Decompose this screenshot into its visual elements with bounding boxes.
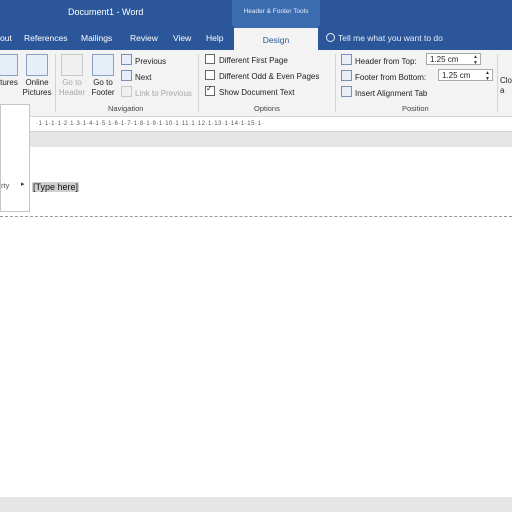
header-placeholder-text[interactable]: [Type here] (32, 182, 80, 192)
tab-review[interactable]: Review (130, 33, 158, 43)
spinner-arrows-icon[interactable]: ▲ ▼ (473, 54, 478, 66)
next-label: Next (135, 73, 152, 82)
close-label-1: Clo (500, 76, 512, 85)
tell-me-search[interactable]: Tell me what you want to do (326, 33, 443, 43)
tab-mailings[interactable]: Mailings (81, 33, 112, 43)
group-divider (55, 54, 56, 112)
pictures-label: ctures (0, 78, 18, 87)
position-group-label: Position (402, 104, 429, 113)
horizontal-ruler[interactable]: ·1·1·1·1·2·1·3·1·4·1·5·1·6·1·7·1·8·1·9·1… (30, 117, 512, 132)
different-odd-even-label: Different Odd & Even Pages (219, 72, 320, 81)
tab-help[interactable]: Help (206, 33, 223, 43)
header-position-icon (341, 54, 352, 65)
footer-from-bottom-value: 1.25 cm (442, 71, 471, 80)
header-from-top-spinner[interactable]: 1.25 cm ▲ ▼ (426, 53, 481, 66)
link-icon (121, 86, 132, 97)
different-odd-even-checkbox[interactable]: Different Odd & Even Pages (205, 70, 319, 81)
link-to-previous-button[interactable]: Link to Previous (121, 86, 192, 98)
tab-view[interactable]: View (173, 33, 191, 43)
group-divider (198, 54, 199, 112)
footer-position-icon (341, 70, 352, 81)
online-pictures-label-1: Online (25, 78, 49, 87)
insert-alignment-tab-button[interactable]: Insert Alignment Tab (341, 86, 427, 98)
dropdown-item-label[interactable]: rty (1, 181, 9, 190)
online-pictures-icon (26, 54, 48, 76)
go-to-header-button[interactable]: Go to Header (58, 54, 86, 98)
close-label-2: a (500, 86, 505, 95)
pictures-dropdown-menu: rty ▸ (0, 104, 30, 212)
header-footer-tools-label: Header & Footer Tools (232, 0, 320, 26)
go-to-footer-icon (92, 54, 114, 76)
show-document-text-checkbox[interactable]: Show Document Text (205, 84, 295, 97)
go-to-header-label-1: Go to (62, 78, 82, 87)
go-to-footer-label-1: Go to (93, 78, 113, 87)
checkbox-icon (205, 54, 215, 64)
tab-design[interactable]: Design (234, 26, 318, 50)
footer-from-bottom-spinner[interactable]: 1.25 cm ▲ ▼ (438, 69, 493, 82)
different-first-page-checkbox[interactable]: Different First Page (205, 54, 288, 65)
tab-references[interactable]: References (24, 33, 67, 43)
next-icon (121, 70, 132, 81)
different-first-page-label: Different First Page (219, 56, 288, 65)
footer-from-bottom-text: Footer from Bottom: (355, 73, 427, 82)
link-to-previous-label: Link to Previous (135, 89, 192, 98)
go-to-footer-label-2: Footer (91, 88, 115, 97)
close-header-footer-button[interactable]: Clo a (500, 76, 512, 96)
show-document-text-label: Show Document Text (219, 88, 295, 97)
next-button[interactable]: Next (121, 70, 151, 82)
pictures-button[interactable]: ctures (0, 54, 20, 88)
window-title: Document1 - Word (68, 7, 144, 17)
lightbulb-icon (326, 33, 335, 42)
insert-alignment-tab-label: Insert Alignment Tab (355, 89, 428, 98)
spinner-arrows-icon[interactable]: ▲ ▼ (485, 70, 490, 82)
header-from-top-text: Header from Top: (355, 57, 417, 66)
document-page[interactable] (0, 147, 512, 497)
previous-label: Previous (135, 57, 167, 66)
online-pictures-button[interactable]: Online Pictures (22, 54, 52, 98)
navigation-group-label: Navigation (108, 104, 144, 113)
ribbon-tabs: out References Mailings Review View Help… (0, 26, 512, 50)
checkbox-icon (205, 70, 215, 80)
go-to-header-label-2: Header (58, 88, 86, 97)
alignment-tab-icon (341, 86, 352, 97)
tab-layout[interactable]: out (0, 33, 12, 43)
group-divider (497, 54, 498, 112)
footer-from-bottom-label: Footer from Bottom: (341, 70, 426, 82)
pictures-icon (0, 54, 18, 76)
header-from-top-label: Header from Top: (341, 54, 417, 66)
header-boundary-line (0, 216, 512, 217)
checkbox-checked-icon (205, 84, 215, 96)
previous-button[interactable]: Previous (121, 54, 166, 66)
previous-icon (121, 54, 132, 65)
go-to-footer-button[interactable]: Go to Footer (88, 54, 118, 98)
go-to-header-icon (61, 54, 83, 76)
tell-me-placeholder: Tell me what you want to do (338, 33, 443, 43)
options-group-label: Options (254, 104, 280, 113)
header-from-top-value: 1.25 cm (430, 55, 459, 64)
online-pictures-label-2: Pictures (22, 88, 52, 97)
group-divider (335, 54, 336, 112)
ruler-marks: ·1·1·1·1·2·1·3·1·4·1·5·1·6·1·7·1·8·1·9·1… (36, 121, 264, 127)
submenu-arrow-icon: ▸ (21, 181, 25, 188)
